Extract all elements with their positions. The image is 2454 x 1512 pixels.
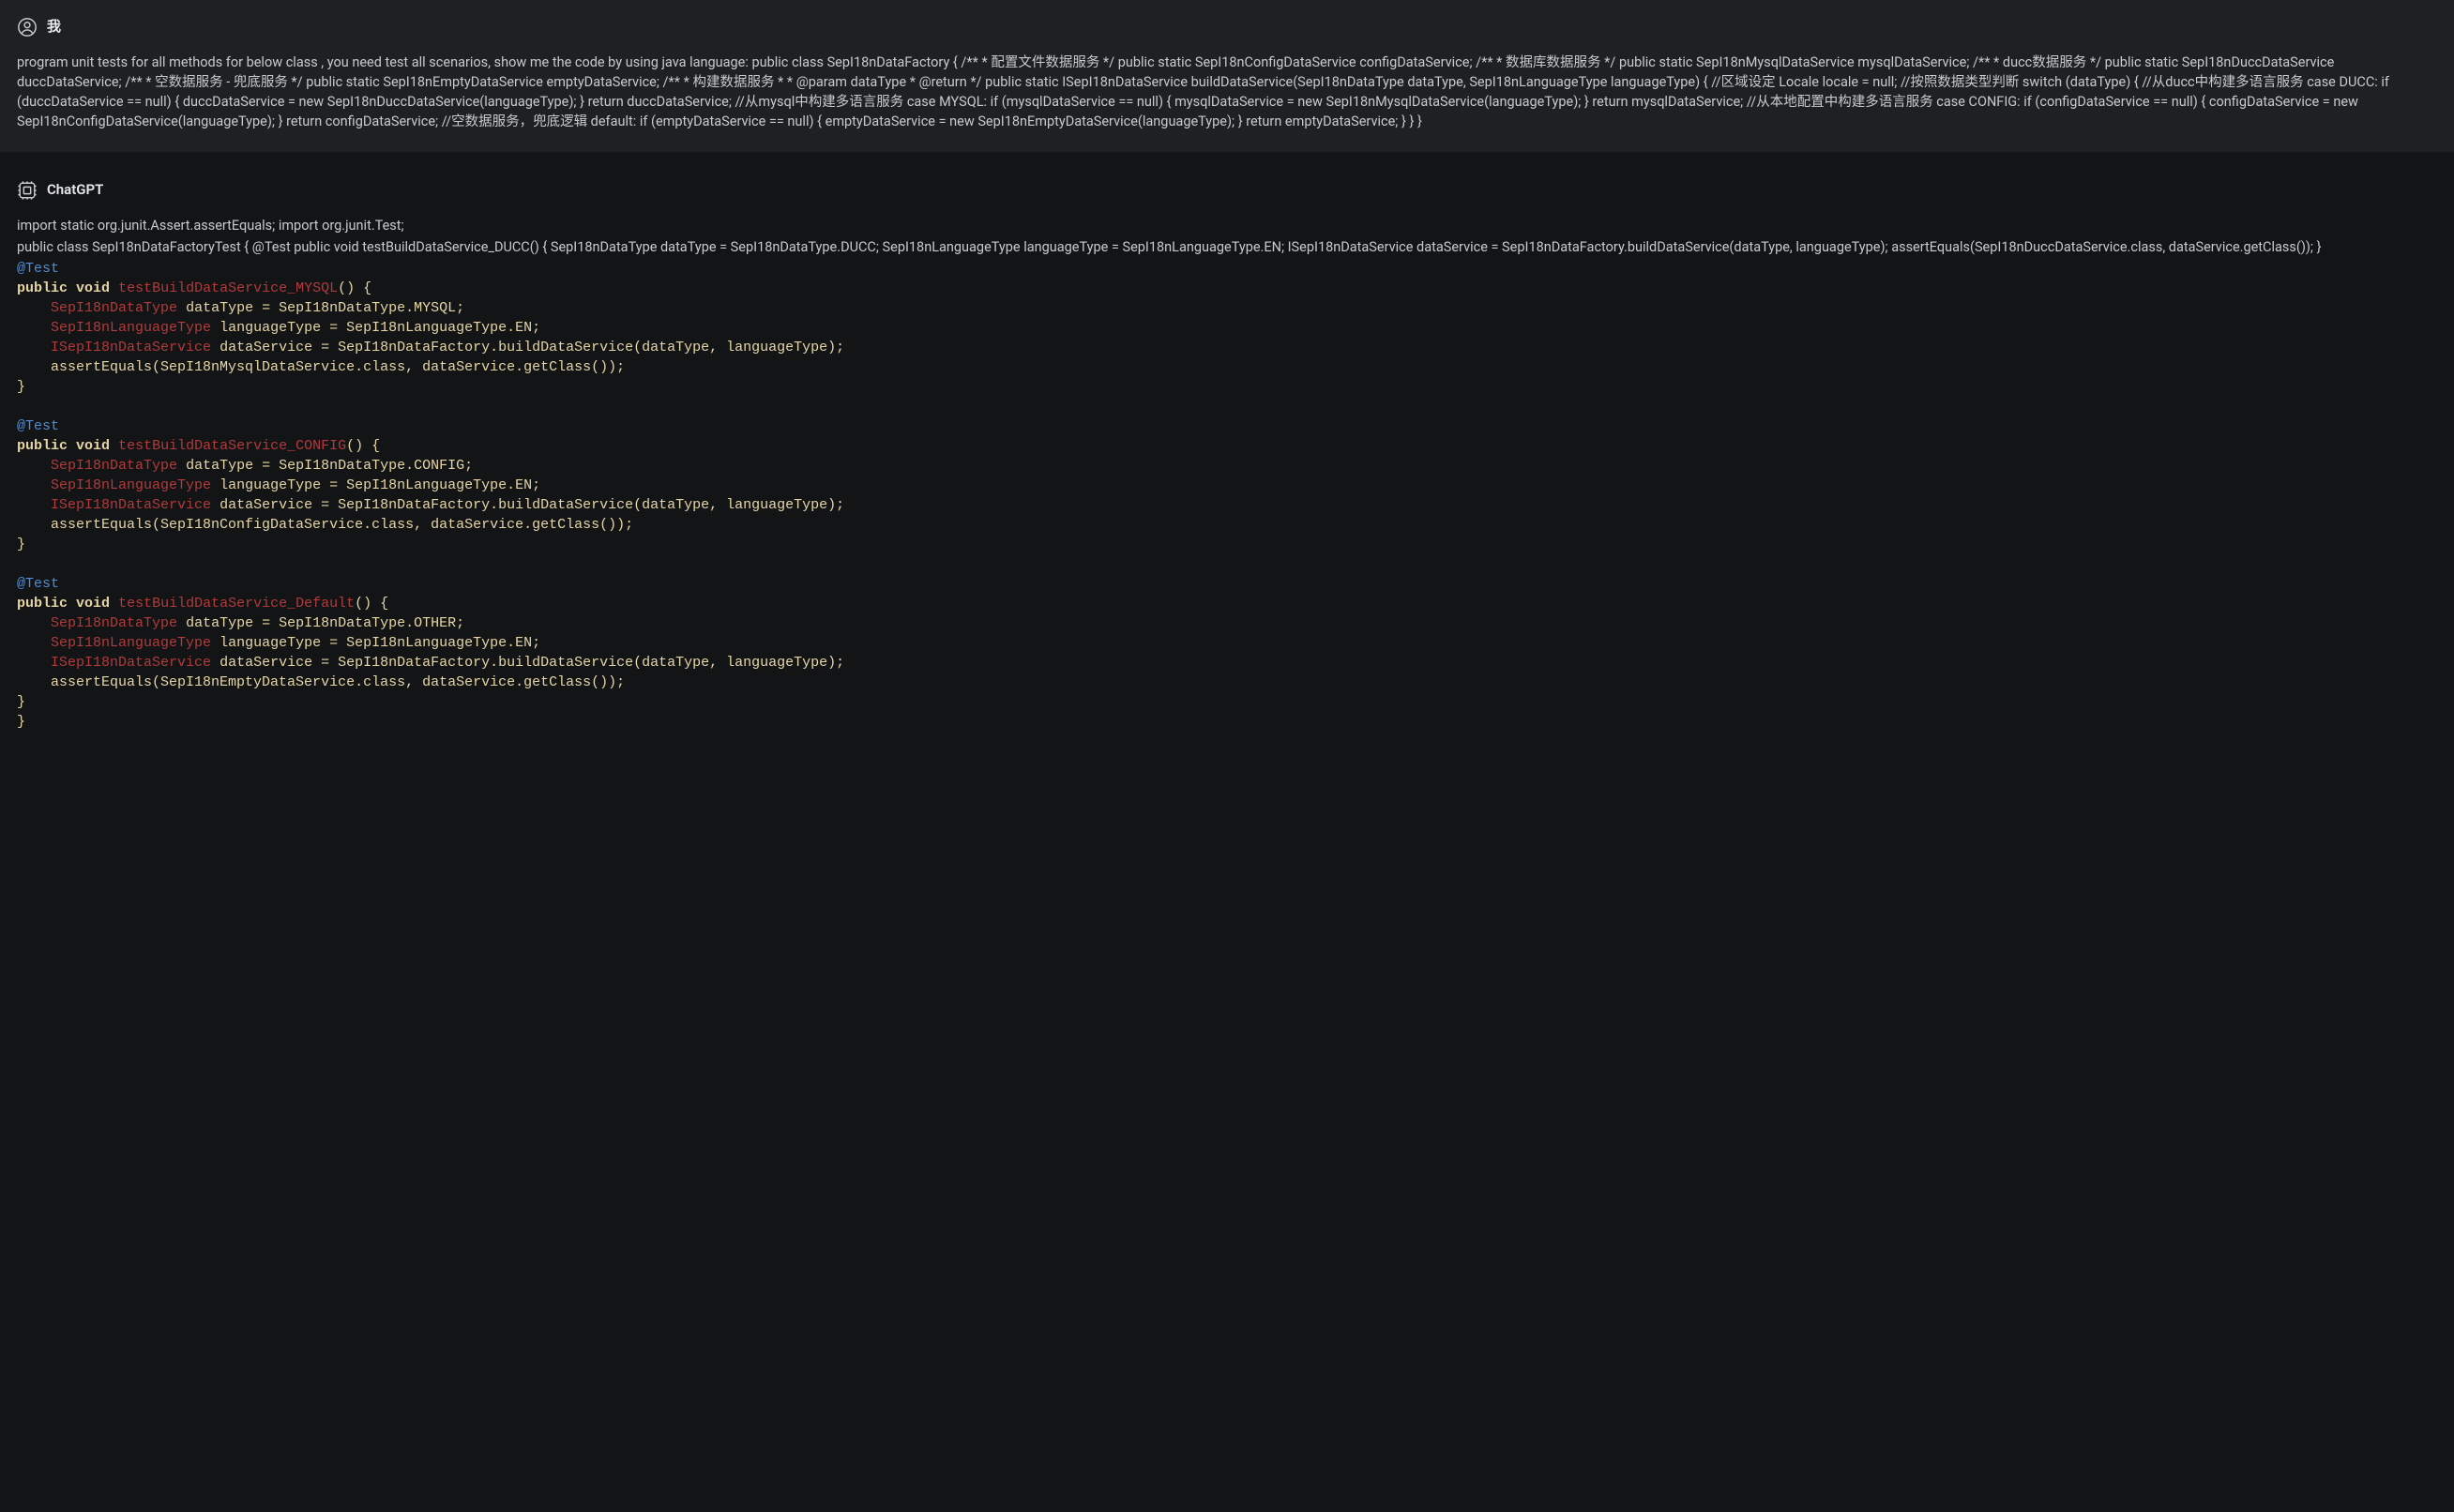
- assistant-message: ChatGPT import static org.junit.Assert.a…: [0, 152, 2454, 752]
- code-token: SepI18nLanguageType: [51, 635, 211, 651]
- assistant-avatar-icon: [17, 180, 38, 201]
- assistant-message-header: ChatGPT: [17, 180, 2437, 201]
- user-avatar-icon: [17, 17, 38, 38]
- code-token: () {: [346, 438, 380, 454]
- code-token: testBuildDataService_Default: [118, 596, 355, 612]
- code-token: testBuildDataService_CONFIG: [118, 438, 346, 454]
- assistant-paragraph-1: import static org.junit.Assert.assertEqu…: [17, 216, 2437, 235]
- code-token: void: [76, 280, 110, 296]
- code-token: }: [17, 379, 25, 395]
- code-token: assertEquals(SepI18nEmptyDataService.cla…: [51, 674, 625, 690]
- code-token: SepI18nDataType: [51, 615, 177, 631]
- code-token: SepI18nLanguageType: [51, 477, 211, 493]
- user-message-header: 我: [17, 17, 2437, 38]
- code-token: void: [76, 438, 110, 454]
- code-token: testBuildDataService_MYSQL: [118, 280, 338, 296]
- code-token: dataType = SepI18nDataType.MYSQL;: [186, 300, 464, 316]
- code-token: SepI18nDataType: [51, 458, 177, 474]
- code-token: SepI18nLanguageType: [51, 320, 211, 336]
- code-token: @Test: [17, 418, 59, 434]
- code-token: public: [17, 438, 68, 454]
- code-token: assertEquals(SepI18nMysqlDataService.cla…: [51, 359, 625, 375]
- code-token: public: [17, 280, 68, 296]
- code-token: }: [17, 694, 25, 710]
- code-token: }: [17, 537, 25, 552]
- code-token: ISepI18nDataService: [51, 340, 211, 355]
- code-token: assertEquals(SepI18nConfigDataService.cl…: [51, 517, 633, 533]
- code-token: languageType = SepI18nLanguageType.EN;: [220, 320, 540, 336]
- code-token: dataType = SepI18nDataType.CONFIG;: [186, 458, 473, 474]
- code-token: @Test: [17, 261, 59, 277]
- user-name-label: 我: [47, 17, 61, 38]
- code-token: dataService = SepI18nDataFactory.buildDa…: [220, 655, 844, 671]
- assistant-code-block: @Test public void testBuildDataService_M…: [17, 259, 2437, 732]
- code-token: dataService = SepI18nDataFactory.buildDa…: [220, 497, 844, 513]
- code-token: ISepI18nDataService: [51, 497, 211, 513]
- assistant-name-label: ChatGPT: [47, 180, 103, 201]
- code-token: languageType = SepI18nLanguageType.EN;: [220, 477, 540, 493]
- code-token: languageType = SepI18nLanguageType.EN;: [220, 635, 540, 651]
- chat-page: 我 program unit tests for all methods for…: [0, 0, 2454, 1512]
- code-token: () {: [338, 280, 371, 296]
- code-token: @Test: [17, 576, 59, 592]
- user-message-body: program unit tests for all methods for b…: [17, 53, 2437, 131]
- code-token: dataService = SepI18nDataFactory.buildDa…: [220, 340, 844, 355]
- code-token: SepI18nDataType: [51, 300, 177, 316]
- user-message: 我 program unit tests for all methods for…: [0, 0, 2454, 152]
- code-token: void: [76, 596, 110, 612]
- assistant-paragraph-2: public class SepI18nDataFactoryTest { @T…: [17, 237, 2437, 257]
- code-token: ISepI18nDataService: [51, 655, 211, 671]
- code-token: }: [17, 714, 25, 730]
- code-token: public: [17, 596, 68, 612]
- code-token: dataType = SepI18nDataType.OTHER;: [186, 615, 464, 631]
- code-token: () {: [355, 596, 388, 612]
